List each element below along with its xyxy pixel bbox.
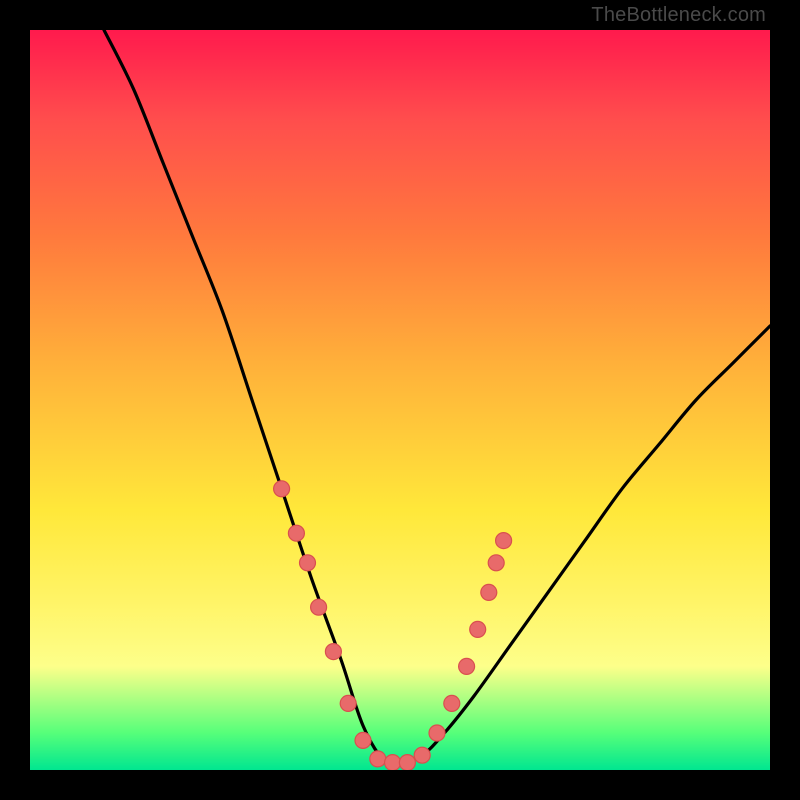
- sample-point: [300, 555, 316, 571]
- sample-point: [459, 658, 475, 674]
- bottleneck-curve: [104, 30, 770, 766]
- sample-point: [370, 751, 386, 767]
- sample-point: [488, 555, 504, 571]
- sample-point: [444, 695, 460, 711]
- sample-point: [470, 621, 486, 637]
- sample-point: [288, 525, 304, 541]
- sample-point: [311, 599, 327, 615]
- sample-point: [399, 755, 415, 770]
- sample-point: [496, 533, 512, 549]
- curve-svg: [30, 30, 770, 770]
- watermark-text: TheBottleneck.com: [591, 4, 766, 27]
- sample-point: [355, 732, 371, 748]
- chart-frame: TheBottleneck.com: [0, 0, 800, 800]
- sample-point: [481, 584, 497, 600]
- sample-point: [340, 695, 356, 711]
- sample-point: [274, 481, 290, 497]
- sample-point: [385, 755, 401, 770]
- sample-point: [429, 725, 445, 741]
- sample-point: [414, 747, 430, 763]
- sample-points-group: [274, 481, 512, 770]
- sample-point: [325, 644, 341, 660]
- plot-area: [30, 30, 770, 770]
